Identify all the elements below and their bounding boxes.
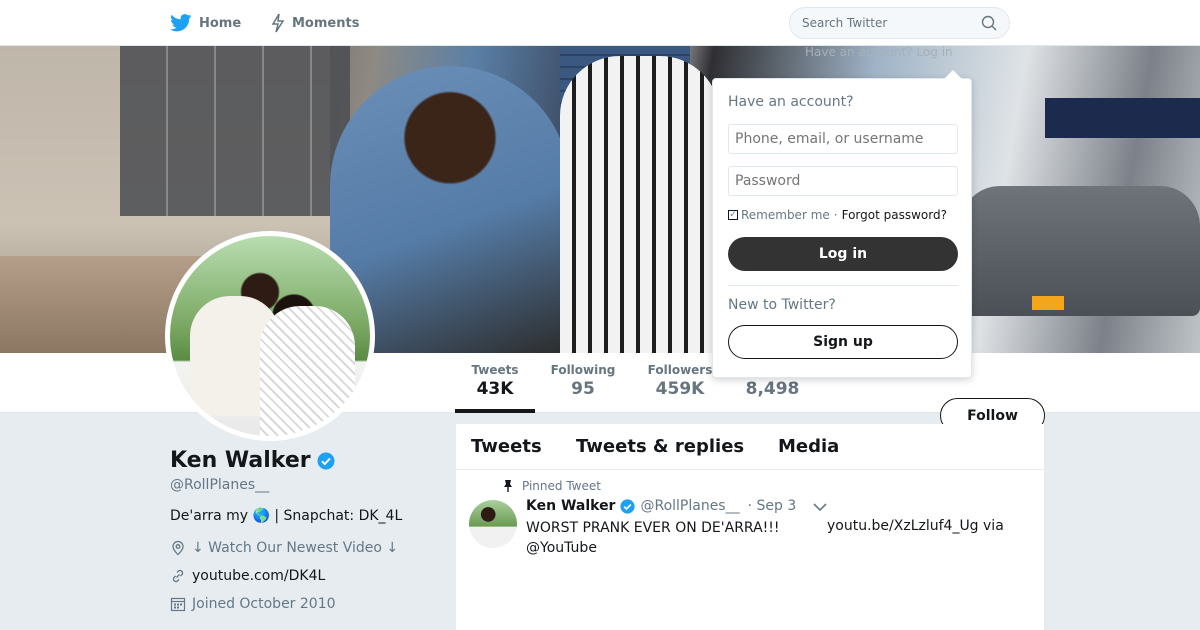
forgot-password-link[interactable]: Forgot password? — [842, 208, 947, 222]
timeline-tabs: Tweets Tweets & replies Media — [456, 424, 1044, 470]
avatar-person-2 — [260, 306, 355, 436]
profile-joined-text: Joined October 2010 — [192, 596, 336, 612]
tweet-author-handle[interactable]: @RollPlanes__ — [640, 498, 739, 514]
tweet-author-name[interactable]: Ken Walker — [526, 498, 615, 514]
timeline: Tweets Tweets & replies Media Pinned Twe… — [456, 424, 1044, 630]
login-divider — [728, 285, 958, 286]
nav-moments-label: Moments — [292, 15, 360, 31]
tweet-text: WORST PRANK EVER ON DE'ARRA!!! @YouTube — [526, 520, 780, 556]
profile-name: Ken Walker — [170, 448, 335, 473]
stat-tweets-label: Tweets — [471, 363, 519, 377]
dropdown-caret — [944, 70, 962, 79]
chevron-down-icon[interactable] — [813, 502, 827, 512]
stat-following-label: Following — [550, 363, 616, 377]
profile-name-text: Ken Walker — [170, 448, 311, 473]
profile-avatar[interactable] — [165, 231, 375, 441]
banner-person-woman — [560, 56, 720, 353]
tweet-link[interactable]: youtu.be/XzLzluf4_Ug via — [827, 518, 1004, 534]
profile-bio: De'arra my 🌎 | Snapchat: DK_4L — [170, 508, 403, 524]
login-dropdown: Have an account? ✓ Remember me · Forgot … — [712, 78, 972, 378]
nav-home-label: Home — [199, 15, 242, 31]
banner-billboard — [1045, 98, 1200, 138]
search-icon[interactable] — [981, 15, 997, 31]
profile-location-text: ↓ Watch Our Newest Video ↓ — [192, 540, 399, 556]
stat-tweets[interactable]: Tweets 43K — [455, 363, 535, 399]
banner-wall-panels — [120, 46, 350, 216]
profile-location: ↓ Watch Our Newest Video ↓ — [170, 540, 398, 556]
banner-car — [960, 186, 1200, 316]
search-placeholder: Search Twitter — [802, 16, 888, 30]
nav-moments[interactable]: Moments — [271, 0, 359, 46]
stat-tweets-value: 43K — [476, 379, 514, 399]
location-icon — [172, 540, 184, 556]
link-icon — [172, 569, 184, 583]
stat-followers-value: 459K — [655, 379, 705, 399]
search-input[interactable]: Search Twitter — [789, 7, 1010, 39]
stat-followers-label: Followers — [647, 363, 713, 377]
stat-following-value: 95 — [571, 379, 595, 399]
profile-joined-date: Joined October 2010 — [170, 596, 336, 612]
profile-url-text[interactable]: youtube.com/DK4L — [192, 568, 325, 584]
stat-likes-value: 8,498 — [745, 379, 800, 399]
signup-button[interactable]: Sign up — [728, 325, 958, 359]
profile-url[interactable]: youtube.com/DK4L — [170, 568, 325, 584]
tweet-header: Ken Walker @RollPlanes__ · Sep 3 — [526, 498, 796, 514]
remember-label[interactable]: Remember me — [741, 208, 830, 222]
tab-tweets[interactable]: Tweets — [471, 436, 542, 457]
pin-icon — [504, 480, 512, 492]
active-stat-indicator — [455, 409, 535, 413]
tab-tweets-and-replies[interactable]: Tweets & replies — [576, 436, 744, 457]
banner-license-plate — [1032, 296, 1064, 310]
calendar-icon — [170, 597, 186, 612]
remember-separator: · — [833, 208, 838, 222]
verified-badge-icon — [620, 498, 636, 514]
profile-handle[interactable]: @RollPlanes__ — [170, 477, 269, 493]
pinned-tweet-label: Pinned Tweet — [502, 479, 601, 493]
moments-bolt-icon — [271, 13, 285, 33]
tweet-avatar[interactable] — [469, 500, 517, 548]
tab-media[interactable]: Media — [778, 436, 839, 457]
pinned-tweet-text: Pinned Tweet — [522, 479, 601, 493]
stat-following[interactable]: Following 95 — [543, 363, 623, 399]
login-button[interactable]: Log in — [728, 237, 958, 271]
top-navigation-bar: Home Moments Search Twitter — [0, 0, 1200, 46]
password-field[interactable] — [728, 166, 958, 196]
new-to-twitter-label: New to Twitter? — [728, 297, 836, 313]
remember-checkbox[interactable]: ✓ — [728, 210, 738, 220]
tweet-date[interactable]: · Sep 3 — [748, 498, 797, 514]
nav-home[interactable]: Home — [170, 0, 241, 46]
remember-row: ✓ Remember me · Forgot password? — [728, 208, 947, 222]
verified-badge-icon — [317, 452, 335, 469]
twitter-bird-icon — [170, 14, 192, 32]
username-field[interactable] — [728, 124, 958, 154]
have-account-hint[interactable]: Have an account? Log in — [805, 45, 953, 59]
stat-followers[interactable]: Followers 459K — [640, 363, 720, 399]
login-title: Have an account? — [728, 94, 854, 110]
